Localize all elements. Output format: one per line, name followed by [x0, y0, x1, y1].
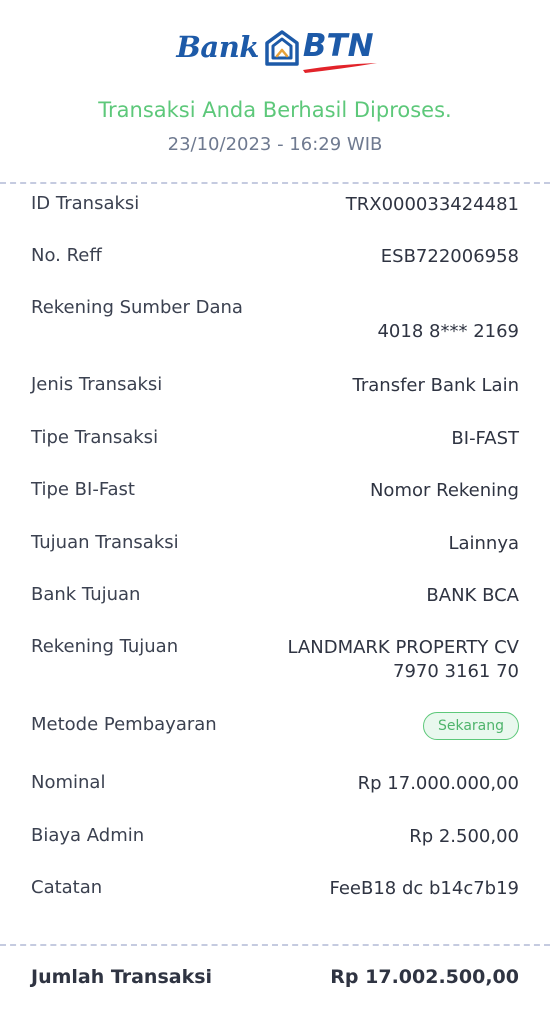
tipe-bifast-label: Tipe BI-Fast [31, 479, 135, 500]
dashed-divider-bottom [0, 944, 550, 946]
row-tipe-transaksi: Tipe Transaksi BI-FAST [31, 427, 519, 455]
jenis-transaksi-value: Transfer Bank Lain [352, 375, 520, 396]
rekening-tujuan-number: 7970 3161 70 [393, 661, 519, 682]
catatan-value: FeeB18 dc b14c7b19 [329, 878, 519, 899]
row-jenis-transaksi: Jenis Transaksi Transfer Bank Lain [31, 374, 519, 402]
no-reff-label: No. Reff [31, 245, 102, 266]
row-bank-tujuan: Bank Tujuan BANK BCA [31, 584, 519, 612]
row-rekening-sumber: Rekening Sumber Dana 4018 8*** 2169 [31, 297, 519, 349]
row-catatan: Catatan FeeB18 dc b14c7b19 [31, 877, 519, 905]
tipe-bifast-value: Nomor Rekening [369, 480, 519, 501]
house-logo-icon [265, 30, 299, 66]
row-tujuan-transaksi: Tujuan Transaksi Lainnya [31, 532, 519, 560]
no-reff-value: ESB722006958 [380, 246, 519, 267]
row-id-transaksi: ID Transaksi TRX000033424481 [31, 193, 519, 221]
tujuan-transaksi-label: Tujuan Transaksi [31, 532, 179, 553]
bank-tujuan-label: Bank Tujuan [31, 584, 141, 605]
row-biaya-admin: Biaya Admin Rp 2.500,00 [31, 825, 519, 853]
success-status-message: Transaksi Anda Berhasil Diproses. [98, 98, 452, 122]
receipt-header: Bank BTN Transaksi Anda Berhasil Diprose… [0, 0, 550, 180]
jenis-transaksi-label: Jenis Transaksi [31, 374, 163, 395]
total-value: Rp 17.002.500,00 [330, 966, 519, 988]
transaction-datetime: 23/10/2023 - 16:29 WIB [167, 134, 383, 155]
biaya-admin-value: Rp 2.500,00 [409, 826, 519, 847]
nominal-value: Rp 17.000.000,00 [357, 773, 519, 794]
metode-pembayaran-badge: Sekarang [422, 712, 519, 740]
metode-pembayaran-value-wrap: Sekarang [422, 712, 519, 740]
rekening-sumber-value: 4018 8*** 2169 [377, 321, 519, 342]
id-transaksi-value: TRX000033424481 [345, 194, 519, 215]
nominal-label: Nominal [31, 772, 106, 793]
logo-btn-word: BTN [302, 28, 374, 64]
bank-btn-logo: Bank BTN [0, 26, 550, 78]
biaya-admin-label: Biaya Admin [31, 825, 145, 846]
catatan-label: Catatan [31, 877, 103, 898]
row-rekening-tujuan: Rekening Tujuan LANDMARK PROPERTY CV 797… [31, 636, 519, 688]
logo-bank-word: Bank [176, 30, 259, 64]
rekening-sumber-label: Rekening Sumber Dana [31, 297, 243, 318]
logo-swoosh-mark [302, 63, 377, 73]
bank-tujuan-value: BANK BCA [426, 585, 519, 606]
rekening-tujuan-label: Rekening Tujuan [31, 636, 179, 657]
row-metode-pembayaran: Metode Pembayaran Sekarang [31, 712, 519, 744]
rekening-tujuan-name: LANDMARK PROPERTY CV [287, 637, 519, 658]
row-tipe-bifast: Tipe BI-Fast Nomor Rekening [31, 479, 519, 507]
tujuan-transaksi-value: Lainnya [448, 533, 519, 554]
row-no-reff: No. Reff ESB722006958 [31, 245, 519, 273]
tipe-transaksi-value: BI-FAST [451, 428, 519, 449]
id-transaksi-label: ID Transaksi [31, 193, 140, 214]
tipe-transaksi-label: Tipe Transaksi [31, 427, 159, 448]
metode-pembayaran-label: Metode Pembayaran [31, 714, 217, 735]
dashed-divider-top [0, 182, 550, 184]
row-nominal: Nominal Rp 17.000.000,00 [31, 772, 519, 800]
total-label: Jumlah Transaksi [31, 966, 213, 988]
